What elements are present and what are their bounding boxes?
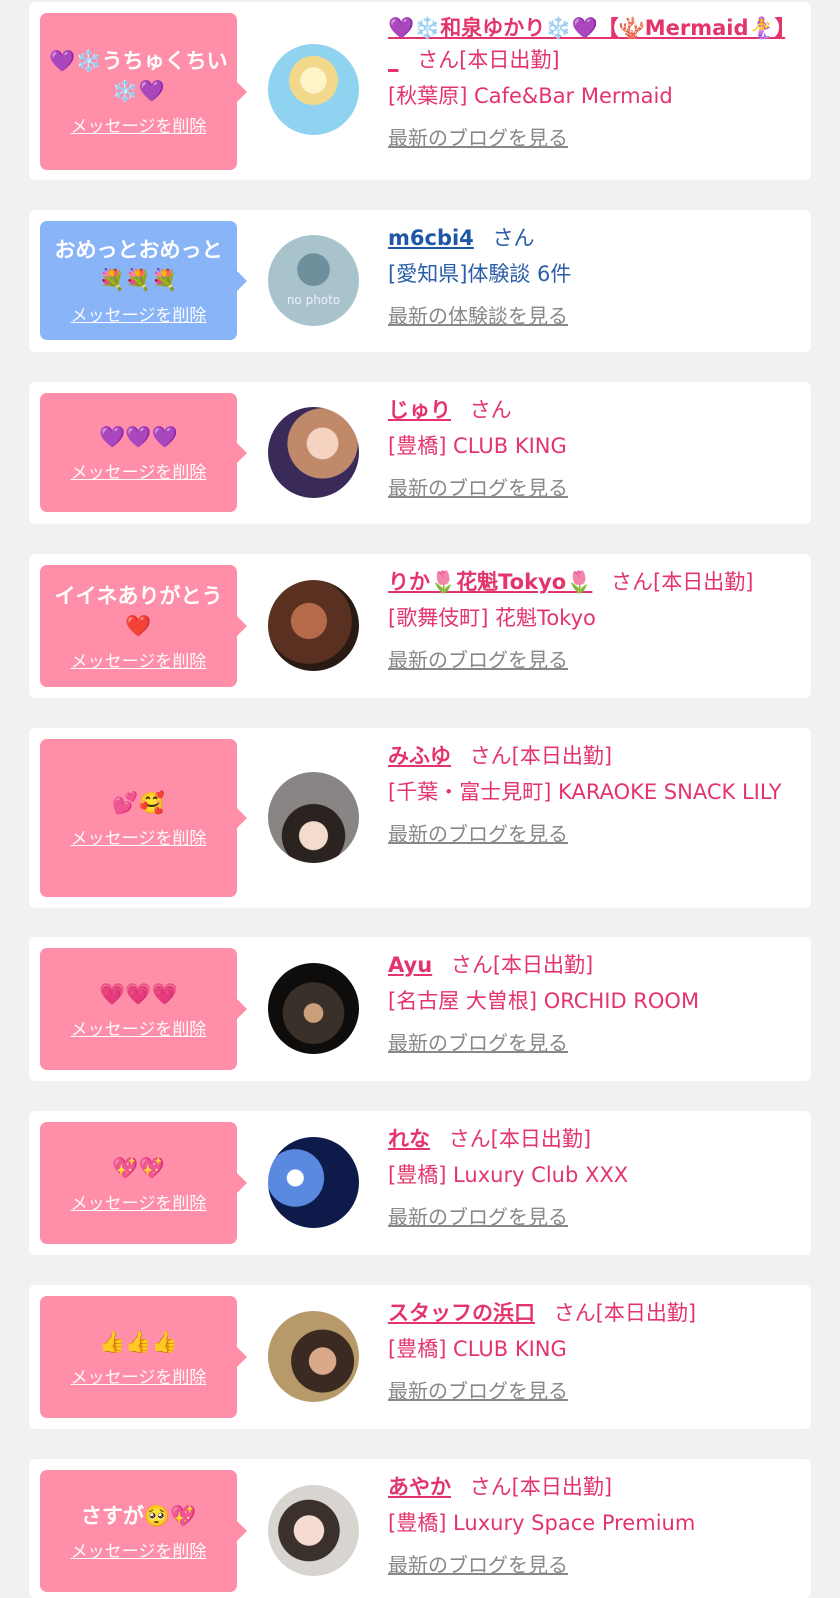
sender-name-link[interactable]: m6cbi4 [388, 226, 474, 250]
sender-name-link[interactable]: じゅり [388, 398, 451, 422]
avatar[interactable] [268, 580, 359, 671]
shop-info: [愛知県]体験談 6件 [388, 262, 572, 286]
shop-info: [豊橋] CLUB KING [388, 434, 567, 458]
sender-suffix: さん[本日出勤] [469, 1475, 613, 1499]
delete-message-link[interactable]: メッセージを削除 [71, 1189, 207, 1214]
delete-message-link[interactable]: メッセージを削除 [71, 458, 207, 483]
delete-message-link[interactable]: メッセージを削除 [71, 647, 207, 672]
latest-blog-link[interactable]: 最新のブログを見る [388, 472, 568, 504]
sender-name-link[interactable]: あやか [388, 1475, 451, 1499]
list-item: 💖💖 メッセージを削除 れな さん[本日出勤] [豊橋] Luxury Club… [29, 1111, 811, 1255]
message-text: 💜❄️うちゅくちい❄️💜 [49, 49, 228, 103]
avatar[interactable] [268, 407, 359, 498]
sender-name-link[interactable]: スタッフの浜口 [388, 1301, 535, 1325]
list-item: さすが🥺💖 メッセージを削除 あやか さん[本日出勤] [豊橋] Luxury … [29, 1459, 811, 1598]
shop-info: [秋葉原] Cafe&Bar Mermaid [388, 84, 673, 108]
sender-suffix: さん [492, 226, 535, 250]
message-bubble: 💜❄️うちゅくちい❄️💜 メッセージを削除 [40, 13, 247, 170]
avatar[interactable] [268, 772, 359, 863]
message-bubble: 💕🥰 メッセージを削除 [40, 739, 247, 897]
shop-info: [名古屋 大曽根] ORCHID ROOM [388, 989, 700, 1013]
delete-message-link[interactable]: メッセージを削除 [71, 112, 207, 137]
message-text: おめっとおめっと💐💐💐 [54, 238, 223, 292]
sender-suffix: さん[本日出勤] [469, 744, 613, 768]
list-item: おめっとおめっと💐💐💐 メッセージを削除 no photo m6cbi4 さん … [29, 210, 811, 352]
latest-review-link[interactable]: 最新の体験談を見る [388, 300, 568, 332]
message-bubble: 💜💜💜 メッセージを削除 [40, 393, 247, 512]
sender-suffix: さん[本日出勤] [448, 1127, 592, 1151]
shop-info: [千葉・富士見町] KARAOKE SNACK LILY [388, 780, 782, 804]
delete-message-link[interactable]: メッセージを削除 [71, 1015, 207, 1040]
message-bubble: イイネありがとう❤️ メッセージを削除 [40, 565, 247, 687]
list-item: 💗💗💗 メッセージを削除 Ayu さん[本日出勤] [名古屋 大曽根] ORCH… [29, 937, 811, 1081]
message-text: 💖💖 [112, 1155, 165, 1180]
message-bubble: おめっとおめっと💐💐💐 メッセージを削除 [40, 221, 247, 340]
avatar[interactable] [268, 1485, 359, 1576]
message-text: さすが🥺💖 [80, 1503, 197, 1528]
sender-suffix: さん[本日出勤] [611, 570, 754, 594]
list-item: 💜💜💜 メッセージを削除 じゅり さん [豊橋] CLUB KING 最新のブロ… [29, 382, 811, 524]
shop-info: [豊橋] CLUB KING [388, 1337, 567, 1361]
avatar[interactable]: no photo [268, 235, 359, 326]
latest-blog-link[interactable]: 最新のブログを見る [388, 1027, 568, 1059]
delete-message-link[interactable]: メッセージを削除 [71, 1363, 207, 1388]
no-photo-label: no photo [286, 293, 341, 307]
latest-blog-link[interactable]: 最新のブログを見る [388, 1549, 568, 1581]
sender-suffix: さん [469, 398, 512, 422]
avatar[interactable] [268, 44, 359, 135]
avatar[interactable] [268, 1137, 359, 1228]
message-bubble: 💗💗💗 メッセージを削除 [40, 948, 247, 1070]
message-bubble: さすが🥺💖 メッセージを削除 [40, 1470, 247, 1592]
delete-message-link[interactable]: メッセージを削除 [71, 824, 207, 849]
shop-info: [歌舞伎町] 花魁Tokyo [388, 606, 596, 630]
list-item: イイネありがとう❤️ メッセージを削除 りか🌷花魁Tokyo🌷 さん[本日出勤]… [29, 554, 811, 698]
shop-info: [豊橋] Luxury Club XXX [388, 1163, 629, 1187]
latest-blog-link[interactable]: 最新のブログを見る [388, 122, 568, 154]
avatar[interactable] [268, 963, 359, 1054]
list-item: 👍👍👍 メッセージを削除 スタッフの浜口 さん[本日出勤] [豊橋] CLUB … [29, 1285, 811, 1429]
message-text: 💜💜💜 [99, 425, 178, 449]
sender-name-link[interactable]: Ayu [388, 953, 432, 977]
avatar[interactable] [268, 1311, 359, 1402]
sender-suffix: さん[本日出勤] [450, 953, 594, 977]
sender-suffix: さん[本日出勤] [417, 48, 560, 72]
message-text: 👍👍👍 [99, 1329, 178, 1354]
shop-info: [豊橋] Luxury Space Premium [388, 1511, 696, 1535]
delete-message-link[interactable]: メッセージを削除 [71, 1537, 207, 1562]
message-bubble: 💖💖 メッセージを削除 [40, 1122, 247, 1244]
sender-name-link[interactable]: れな [388, 1127, 430, 1151]
sender-name-link[interactable]: りか🌷花魁Tokyo🌷 [388, 570, 592, 594]
delete-message-link[interactable]: メッセージを削除 [71, 301, 207, 326]
message-text: 💕🥰 [112, 790, 165, 815]
message-text: 💗💗💗 [99, 981, 178, 1006]
list-item: 💕🥰 メッセージを削除 みふゆ さん[本日出勤] [千葉・富士見町] KARAO… [29, 728, 811, 908]
latest-blog-link[interactable]: 最新のブログを見る [388, 644, 568, 676]
list-item: 💜❄️うちゅくちい❄️💜 メッセージを削除 💜❄️和泉ゆかり❄️💜【🪸Merma… [29, 2, 811, 180]
latest-blog-link[interactable]: 最新のブログを見る [388, 818, 568, 850]
message-list: 💜❄️うちゅくちい❄️💜 メッセージを削除 💜❄️和泉ゆかり❄️💜【🪸Merma… [0, 0, 840, 1598]
sender-suffix: さん[本日出勤] [553, 1301, 697, 1325]
message-bubble: 👍👍👍 メッセージを削除 [40, 1296, 247, 1418]
latest-blog-link[interactable]: 最新のブログを見る [388, 1201, 568, 1233]
message-text: イイネありがとう❤️ [54, 583, 223, 638]
latest-blog-link[interactable]: 最新のブログを見る [388, 1375, 568, 1407]
sender-name-link[interactable]: みふゆ [388, 744, 451, 768]
